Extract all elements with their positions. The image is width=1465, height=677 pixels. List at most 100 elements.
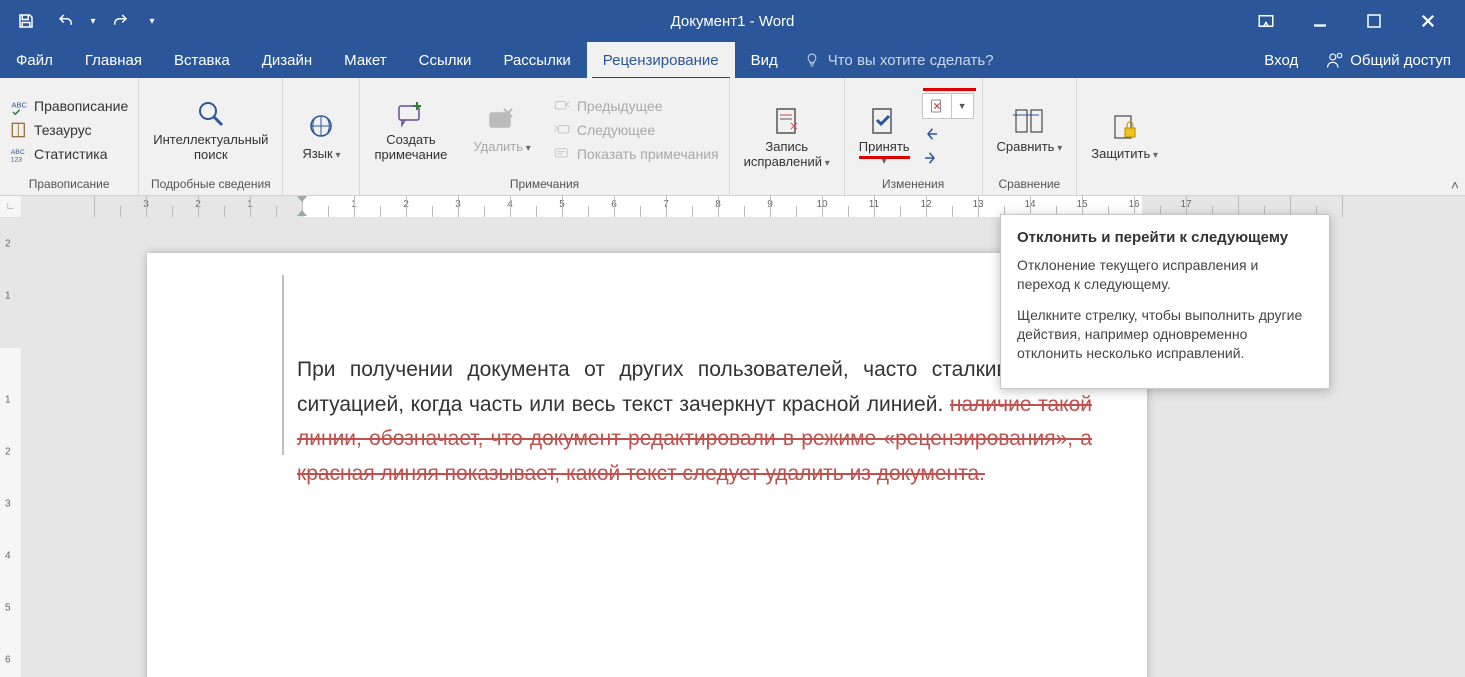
book-icon xyxy=(10,121,28,139)
comment-add-icon xyxy=(395,98,427,130)
group-label-insights: Подробные сведения xyxy=(147,177,274,193)
group-label-compare: Сравнение xyxy=(991,177,1069,193)
tooltip-title: Отклонить и перейти к следующему xyxy=(1017,229,1313,246)
protect-button[interactable]: Защитить xyxy=(1085,109,1164,164)
group-proofing: ABC Правописание Тезаурус ABC123 Статист… xyxy=(0,78,139,195)
tell-me-search[interactable]: Что вы хотите сделать? xyxy=(804,42,994,78)
tab-view[interactable]: Вид xyxy=(735,42,794,78)
reject-dropdown[interactable]: ▼ xyxy=(952,101,973,111)
document-paragraph[interactable]: При получении документа от других пользо… xyxy=(297,353,1092,492)
tab-home[interactable]: Главная xyxy=(69,42,158,78)
tab-layout[interactable]: Макет xyxy=(328,42,402,78)
lightbulb-icon xyxy=(804,52,820,68)
svg-text:123: 123 xyxy=(11,156,23,163)
accept-icon xyxy=(868,105,900,137)
undo-icon xyxy=(57,12,75,30)
lock-icon xyxy=(1109,112,1141,144)
word-count-button[interactable]: ABC123 Статистика xyxy=(8,143,130,165)
group-label-proofing: Правописание xyxy=(8,177,130,193)
reject-button[interactable] xyxy=(923,98,951,114)
maximize-button[interactable] xyxy=(1365,12,1383,30)
group-insights: Интеллектуальный поиск Подробные сведени… xyxy=(139,78,283,195)
window-controls xyxy=(1257,12,1465,30)
minimize-icon xyxy=(1311,12,1329,30)
tooltip-line2: Щелкните стрелку, чтобы выполнить другие… xyxy=(1017,306,1313,363)
tab-design[interactable]: Дизайн xyxy=(246,42,328,78)
undo-dropdown[interactable]: ▾ xyxy=(86,0,100,42)
smart-lookup-button[interactable]: Интеллектуальный поиск xyxy=(147,95,274,165)
next-change-button[interactable] xyxy=(922,149,974,167)
thesaurus-button[interactable]: Тезаурус xyxy=(8,119,130,141)
quick-access-toolbar: ▾ ▾ xyxy=(0,0,164,42)
ribbon-display-options[interactable] xyxy=(1257,12,1275,30)
previous-change-button[interactable] xyxy=(922,125,974,143)
delete-comment-button[interactable]: Удалить xyxy=(467,102,536,157)
track-changes-button[interactable]: Запись исправлений xyxy=(738,102,836,172)
reject-icon xyxy=(929,98,945,114)
customize-qat-dropdown[interactable]: ▾ xyxy=(140,0,164,42)
vertical-ruler[interactable]: 21123456 xyxy=(0,218,22,677)
reject-split-button[interactable]: ▼ xyxy=(922,93,974,119)
stats-icon: ABC123 xyxy=(10,145,28,163)
group-compare: Сравнить Сравнение xyxy=(983,78,1078,195)
group-comments: Создать примечание Удалить Предыдущее Сл… xyxy=(360,78,729,195)
signin-button[interactable]: Вход xyxy=(1250,52,1312,69)
language-button[interactable]: Язык xyxy=(291,109,351,164)
reject-tooltip: Отклонить и перейти к следующему Отклоне… xyxy=(1000,214,1330,389)
svg-text:ABC: ABC xyxy=(11,149,25,156)
save-icon xyxy=(17,12,35,30)
group-changes: Принять ▼ Изменения xyxy=(845,78,983,195)
document-page[interactable]: При получении документа от других пользо… xyxy=(147,253,1147,677)
group-label-comments: Примечания xyxy=(368,177,720,193)
close-icon xyxy=(1419,12,1437,30)
ribbon: ABC Правописание Тезаурус ABC123 Статист… xyxy=(0,78,1465,196)
share-button[interactable]: Общий доступ xyxy=(1312,51,1465,69)
group-protect: Защитить xyxy=(1077,78,1172,195)
redo-button[interactable] xyxy=(100,0,140,42)
change-indicator-bar xyxy=(282,275,284,455)
spelling-button[interactable]: ABC Правописание xyxy=(8,95,130,117)
group-label-protect xyxy=(1085,191,1164,193)
save-button[interactable] xyxy=(6,0,46,42)
tab-references[interactable]: Ссылки xyxy=(403,42,488,78)
undo-button[interactable] xyxy=(46,0,86,42)
svg-text:ABC: ABC xyxy=(12,100,28,109)
group-label-language xyxy=(291,191,351,193)
collapse-ribbon-button[interactable]: ˄ xyxy=(1451,177,1459,193)
share-icon xyxy=(1326,51,1344,69)
tooltip-line1: Отклонение текущего исправления и перехо… xyxy=(1017,256,1313,294)
redo-icon xyxy=(111,12,129,30)
title-bar: ▾ ▾ Документ1 - Word xyxy=(0,0,1465,42)
comment-delete-icon xyxy=(486,105,518,137)
spelling-icon: ABC xyxy=(10,97,28,115)
close-button[interactable] xyxy=(1419,12,1437,30)
next-change-icon xyxy=(922,149,940,167)
tab-mailings[interactable]: Рассылки xyxy=(487,42,586,78)
prev-comment-button[interactable]: Предыдущее xyxy=(551,95,721,117)
group-language: Язык xyxy=(283,78,360,195)
tab-review[interactable]: Рецензирование xyxy=(587,42,735,78)
tab-insert[interactable]: Вставка xyxy=(158,42,246,78)
compare-button[interactable]: Сравнить xyxy=(991,102,1069,157)
search-icon xyxy=(195,98,227,130)
accept-button[interactable]: Принять xyxy=(853,102,916,157)
new-comment-button[interactable]: Создать примечание xyxy=(368,95,453,165)
comments-icon xyxy=(553,145,571,163)
compare-icon xyxy=(1013,105,1045,137)
tell-me-placeholder: Что вы хотите сделать? xyxy=(828,52,994,69)
next-comment-button[interactable]: Следующее xyxy=(551,119,721,141)
track-changes-icon xyxy=(771,105,803,137)
ribbon-options-icon xyxy=(1257,12,1275,30)
window-title: Документ1 - Word xyxy=(0,13,1465,30)
show-comments-button[interactable]: Показать примечания xyxy=(551,143,721,165)
comment-next-icon xyxy=(553,121,571,139)
globe-icon xyxy=(305,112,337,144)
tab-selector[interactable]: ∟ xyxy=(0,196,22,217)
ribbon-tabs: Файл Главная Вставка Дизайн Макет Ссылки… xyxy=(0,42,1465,78)
group-label-tracking xyxy=(738,191,836,193)
group-label-changes: Изменения xyxy=(853,177,974,193)
minimize-button[interactable] xyxy=(1311,12,1329,30)
tab-file[interactable]: Файл xyxy=(0,42,69,78)
comment-prev-icon xyxy=(553,97,571,115)
maximize-icon xyxy=(1365,12,1383,30)
